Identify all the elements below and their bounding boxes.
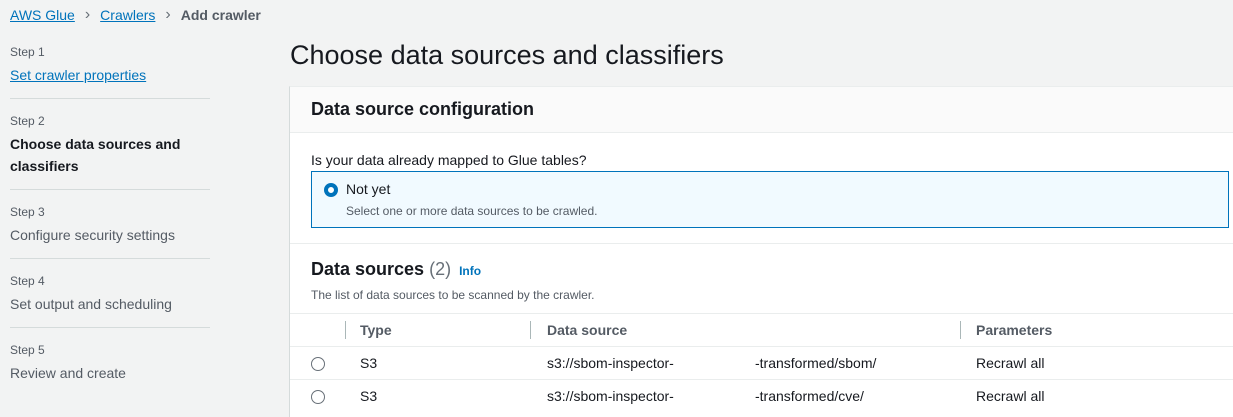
breadcrumb-crawlers[interactable]: Crawlers [100,7,155,23]
page-title: Choose data sources and classifiers [290,40,724,70]
data-source-panel: Data source configuration Is your data a… [289,86,1233,417]
data-sources-table: Type Data source Parameters S3 s3://sbom… [290,313,1233,412]
column-divider [345,321,346,339]
step-number: Step 5 [10,343,45,357]
cell-source-suffix: -transformed/sbom/ [755,355,877,371]
info-link[interactable]: Info [459,264,481,278]
step-number: Step 1 [10,45,45,59]
step-link[interactable]: Set crawler properties [10,67,146,83]
option-label: Not yet [346,181,391,197]
step-number: Step 3 [10,205,45,219]
col-parameters[interactable]: Parameters [976,322,1052,338]
cell-type: S3 [360,355,378,371]
cell-parameters: Recrawl all [976,355,1045,371]
step-2: Step 2 Choose data sources and classifier… [10,109,210,190]
count: (2) [429,259,452,279]
cell-source: s3://sbom-inspector- [547,388,674,404]
step-title: Set output and scheduling [10,296,172,312]
data-sources-heading: Data sources (2) Info [311,259,481,280]
step-number: Step 4 [10,274,45,288]
step-4: Step 4 Set output and scheduling [10,269,210,328]
row-radio[interactable] [311,357,325,371]
section-title: Data source configuration [290,87,1233,133]
breadcrumb: AWS Glue › Crawlers › Add crawler [10,6,261,24]
step-3: Step 3 Configure security settings [10,200,210,259]
data-sources-description: The list of data sources to be scanned b… [311,288,595,302]
chevron-right-icon: › [165,6,171,23]
cell-source-suffix: -transformed/cve/ [755,388,864,404]
step-5: Step 5 Review and create [10,338,210,396]
step-number: Step 2 [10,114,45,128]
row-radio[interactable] [311,390,325,404]
column-divider [530,321,531,339]
step-title: Review and create [10,365,126,381]
option-description: Select one or more data sources to be cr… [346,204,598,218]
step-title: Choose data sources and classifiers [10,136,181,174]
cell-type: S3 [360,388,378,404]
breadcrumb-current: Add crawler [180,7,261,23]
col-type[interactable]: Type [360,322,392,338]
step-1: Step 1 Set crawler properties [10,40,210,99]
breadcrumb-aws-glue[interactable]: AWS Glue [10,7,75,23]
column-divider [960,321,961,339]
step-title: Configure security settings [10,227,175,243]
cell-parameters: Recrawl all [976,388,1045,404]
col-data-source[interactable]: Data source [547,322,627,338]
not-yet-option[interactable]: Not yet Select one or more data sources … [311,171,1229,228]
divider [290,243,1233,244]
table-row[interactable]: S3 s3://sbom-inspector- -transformed/sbo… [290,346,1233,379]
cell-source: s3://sbom-inspector- [547,355,674,371]
table-row[interactable]: S3 s3://sbom-inspector- -transformed/cve… [290,379,1233,412]
wizard-steps: Step 1 Set crawler properties Step 2 Choos… [10,40,210,406]
mapped-question: Is your data already mapped to Glue tabl… [311,152,587,168]
table-header: Type Data source Parameters [290,313,1233,346]
heading-text: Data sources [311,259,425,279]
chevron-right-icon: › [84,6,91,23]
radio-selected[interactable] [324,183,338,197]
